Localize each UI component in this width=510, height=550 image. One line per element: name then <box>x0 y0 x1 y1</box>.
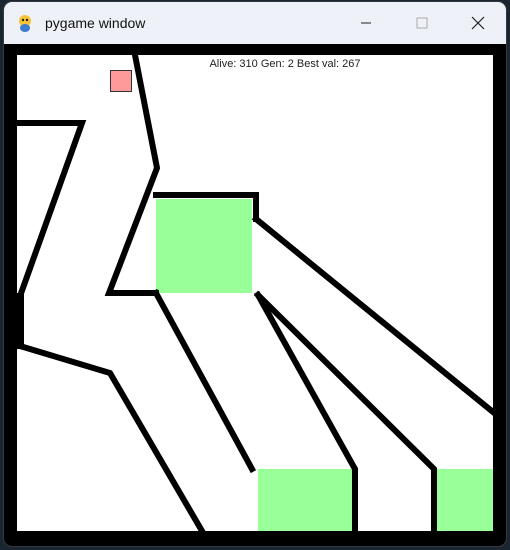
title-bar[interactable]: pygame window <box>4 2 506 44</box>
maximize-icon <box>416 17 428 29</box>
pygame-window: pygame window Alive: 310 Gen: 2 Best val… <box>4 2 506 546</box>
player-agent <box>110 70 132 92</box>
pygame-snake-icon <box>14 12 36 34</box>
goal-zone-bottom-right <box>434 469 493 531</box>
maximize-button[interactable] <box>394 2 450 44</box>
minimize-button[interactable] <box>338 2 394 44</box>
wall-diagonal-inner-left <box>151 288 257 474</box>
hud-status: Alive: 310 Gen: 2 Best val: 267 <box>209 58 361 70</box>
game-canvas[interactable]: Alive: 310 Gen: 2 Best val: 267 <box>17 55 493 531</box>
window-controls <box>338 2 506 44</box>
wall-left-block-fill <box>17 293 24 345</box>
minimize-icon <box>361 22 371 24</box>
close-icon <box>471 16 485 30</box>
track-map <box>17 55 493 531</box>
wall-left-top <box>17 120 87 303</box>
close-button[interactable] <box>450 2 506 44</box>
goal-zone-top <box>156 199 252 293</box>
wall-left-lower <box>17 342 206 531</box>
window-title: pygame window <box>45 15 146 31</box>
goal-zone-bottom-middle <box>258 469 352 531</box>
wall-diagonal-right-upper <box>251 214 493 416</box>
